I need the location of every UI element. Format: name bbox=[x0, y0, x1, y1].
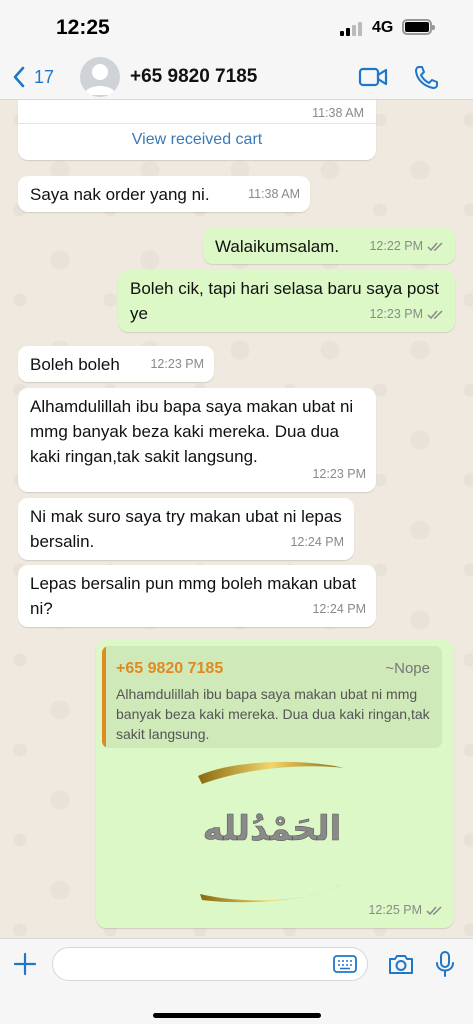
sticker-keyboard-icon[interactable] bbox=[333, 954, 357, 974]
message-bubble-outgoing[interactable]: Walaikumsalam. 12:22 PM bbox=[203, 228, 455, 264]
sticker-text: الحَمْدُلله bbox=[203, 809, 342, 849]
cart-message: 11:38 AM View received cart bbox=[18, 100, 376, 160]
plus-icon[interactable] bbox=[10, 949, 40, 979]
signal-icon bbox=[340, 22, 364, 36]
message-time: 11:38 AM bbox=[312, 106, 364, 120]
message-bubble-incoming[interactable]: Lepas bersalin pun mmg boleh makan ubat … bbox=[18, 565, 376, 627]
chevron-left-icon bbox=[13, 66, 25, 88]
message-bubble-outgoing-reply[interactable]: +65 9820 7185 ~Nope Alhamdulillah ibu ba… bbox=[96, 640, 454, 928]
message-input[interactable] bbox=[53, 948, 323, 980]
network-label: 4G bbox=[372, 19, 394, 36]
message-time: 12:23 PM bbox=[312, 467, 366, 481]
quote-accent-bar bbox=[102, 646, 106, 748]
status-bar: 12:25 4G bbox=[0, 0, 473, 54]
status-time: 12:25 bbox=[56, 16, 110, 39]
message-time: 12:25 PM bbox=[368, 898, 444, 923]
back-button[interactable]: 17 bbox=[12, 62, 54, 92]
message-time: 12:23 PM bbox=[369, 302, 445, 327]
view-cart-link[interactable]: View received cart bbox=[18, 131, 376, 149]
message-time: 12:22 PM bbox=[369, 234, 445, 259]
message-time: 11:38 AM bbox=[248, 187, 300, 201]
message-time: 12:24 PM bbox=[312, 602, 366, 616]
battery-icon bbox=[402, 19, 435, 35]
message-bubble-outgoing[interactable]: Boleh cik, tapi hari selasa baru saya po… bbox=[118, 270, 455, 332]
double-check-icon bbox=[427, 242, 443, 252]
avatar[interactable] bbox=[80, 57, 120, 97]
unread-count: 17 bbox=[34, 66, 55, 87]
double-check-icon bbox=[427, 310, 443, 320]
phone-call-icon[interactable] bbox=[412, 63, 442, 91]
message-time: 12:24 PM bbox=[290, 535, 344, 549]
person-icon bbox=[84, 64, 116, 95]
contact-name[interactable]: +65 9820 7185 bbox=[130, 66, 257, 88]
double-check-icon bbox=[426, 906, 442, 916]
quote-author: +65 9820 7185 bbox=[116, 660, 224, 677]
chat-area[interactable]: 11:38 AM View received cart Saya nak ord… bbox=[0, 100, 473, 938]
camera-icon[interactable] bbox=[386, 949, 416, 979]
microphone-icon[interactable] bbox=[430, 949, 460, 979]
quoted-message[interactable]: +65 9820 7185 ~Nope Alhamdulillah ibu ba… bbox=[102, 646, 442, 748]
quote-nickname: ~Nope bbox=[385, 660, 430, 677]
message-field[interactable] bbox=[52, 947, 368, 981]
message-bubble-incoming[interactable]: Saya nak order yang ni. 11:38 AM bbox=[18, 176, 310, 212]
alhamdulillah-sticker[interactable]: الحَمْدُلله bbox=[192, 754, 352, 914]
message-time: 12:23 PM bbox=[150, 357, 204, 371]
home-indicator bbox=[153, 1013, 321, 1018]
message-bubble-incoming[interactable]: Alhamdulillah ibu bapa saya makan ubat n… bbox=[18, 388, 376, 492]
message-bubble-incoming[interactable]: Boleh boleh 12:23 PM bbox=[18, 346, 214, 382]
message-bubble-incoming[interactable]: Ni mak suro saya try makan ubat ni lepas… bbox=[18, 498, 354, 560]
quote-text: Alhamdulillah ibu bapa saya makan ubat n… bbox=[116, 686, 430, 742]
divider bbox=[18, 123, 376, 124]
video-call-icon[interactable] bbox=[358, 63, 388, 91]
input-bar bbox=[0, 938, 473, 1024]
chat-header: 17 +65 9820 7185 bbox=[0, 54, 473, 100]
